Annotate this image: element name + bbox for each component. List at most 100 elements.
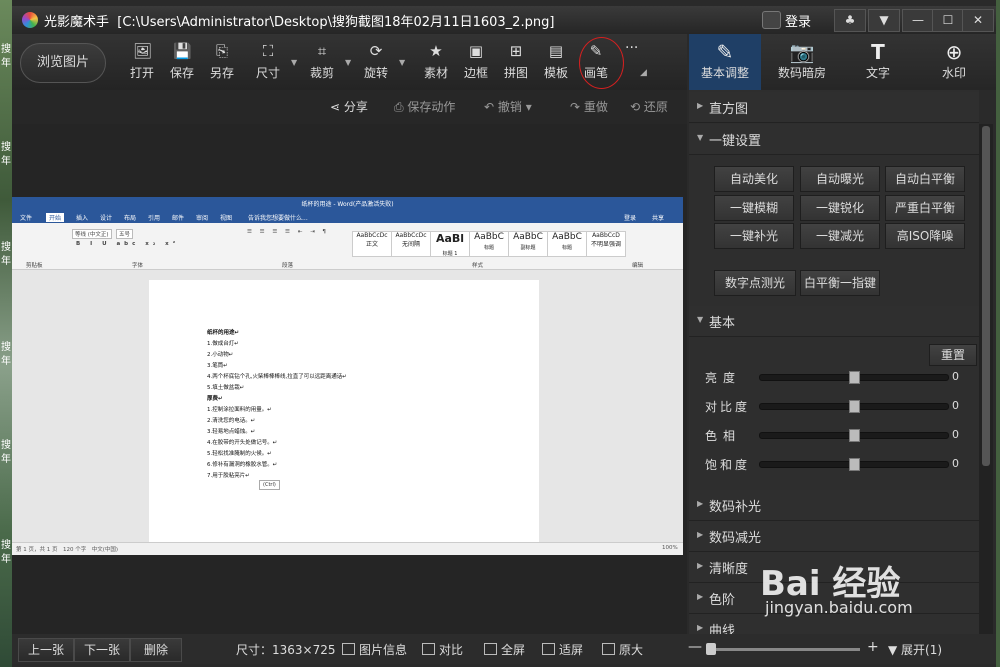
panel-scrollbar-thumb[interactable] xyxy=(982,126,990,466)
section-curves[interactable]: ▶ 曲线 xyxy=(689,614,979,635)
redo-button[interactable]: ↷ 重做 xyxy=(570,98,608,115)
word-tab: 审阅 xyxy=(196,215,209,222)
browse-images-button[interactable]: 浏览图片 xyxy=(20,43,106,83)
section-one-click[interactable]: ▼ 一键设置 xyxy=(689,124,979,155)
preset-button[interactable]: 高ISO降噪 xyxy=(885,223,965,249)
right-panel-tabs: ✎ 基本调整 📷 数码暗房 T 文字 ⊕ 水印 xyxy=(689,34,996,92)
rotate-dropdown-icon[interactable]: ▼ xyxy=(399,58,405,67)
spot-metering-button[interactable]: 数字点测光 xyxy=(714,270,796,296)
preset-button[interactable]: 自动曝光 xyxy=(800,166,880,192)
section-digital-fill[interactable]: ▶ 数码补光 xyxy=(689,490,979,521)
user-icon[interactable] xyxy=(762,11,781,29)
crop-button[interactable]: ⌗ 裁剪 xyxy=(302,40,342,86)
doc-line: 1.控制涂拉面料的用量。↵ xyxy=(207,407,272,413)
material-label: 素材 xyxy=(423,66,448,80)
compare-button[interactable]: 对比 xyxy=(422,641,463,658)
section-basic[interactable]: ▼ 基本 xyxy=(689,306,979,337)
border-button[interactable]: ▣ 边框 xyxy=(456,40,496,86)
desktop-label: 年 xyxy=(1,156,11,167)
preset-button[interactable]: 一键减光 xyxy=(800,223,880,249)
delete-button[interactable]: 删除 xyxy=(130,638,182,662)
share-button[interactable]: ⋖ 分享 xyxy=(330,98,368,115)
word-document-area: 纸杯的用途↵ 1.做成台灯↵ 2.小动物↵ 3.笔筒↵ 4.两个杯底钻个孔,火柴… xyxy=(12,270,683,542)
more-button[interactable]: ··· xyxy=(625,40,638,56)
open-button[interactable]: 🖼 打开 xyxy=(122,40,162,86)
paste-options-tag: (Ctrl) xyxy=(259,480,280,490)
undo-button[interactable]: ↶ 撤销 ▾ xyxy=(484,98,532,115)
hue-slider[interactable] xyxy=(759,429,949,442)
maximize-button[interactable]: ☐ xyxy=(932,9,964,32)
tab-label: 数码暗房 xyxy=(777,66,826,80)
image-canvas[interactable]: 纸杯的用途 - Word(产品激活失败) 文件 开始 插入 设计 布局 引用 邮… xyxy=(12,124,687,634)
rotate-label: 旋转 xyxy=(363,66,388,80)
rotate-button[interactable]: ⟳ 旋转 xyxy=(356,40,396,86)
resize-button[interactable]: ⛶ 尺寸 xyxy=(248,40,288,86)
slider-thumb[interactable] xyxy=(849,458,860,471)
zoom-in-button[interactable]: + xyxy=(867,639,879,655)
skin-button[interactable]: ♣ xyxy=(834,9,866,32)
fullscreen-button[interactable]: 全屏 xyxy=(484,641,525,658)
next-image-button[interactable]: 下一张 xyxy=(74,638,130,662)
reset-button[interactable]: 重置 xyxy=(929,344,977,366)
preset-button[interactable]: 自动美化 xyxy=(714,166,794,192)
save-button[interactable]: 💾 保存 xyxy=(162,40,202,86)
close-button[interactable]: ✕ xyxy=(962,9,994,32)
menu-button[interactable]: ▼ xyxy=(868,9,900,32)
expand-button[interactable]: ▼ 展开(1) xyxy=(888,641,942,658)
crop-dropdown-icon[interactable]: ▼ xyxy=(345,58,351,67)
preset-button[interactable]: 一键锐化 xyxy=(800,195,880,221)
adjust-panel: ▶ 直方图 ▼ 一键设置 自动美化 自动曝光 自动白平衡 一键模糊 一键锐化 严重白… xyxy=(689,90,979,635)
tab-basic-adjust[interactable]: ✎ 基本调整 xyxy=(689,34,761,92)
original-size-button[interactable]: 原大 xyxy=(602,641,643,658)
login-button[interactable]: 登录 xyxy=(785,11,811,30)
section-digital-reduce[interactable]: ▶ 数码减光 xyxy=(689,521,979,552)
doc-line: 2.小动物↵ xyxy=(207,352,234,358)
saturation-slider[interactable] xyxy=(759,458,949,471)
zoom-out-button[interactable]: — xyxy=(688,639,702,655)
tab-watermark[interactable]: ⊕ 水印 xyxy=(918,34,990,90)
save-action-button[interactable]: ⎙ 保存动作 xyxy=(394,98,455,115)
slider-thumb[interactable] xyxy=(849,400,860,413)
preset-button[interactable]: 一键补光 xyxy=(714,223,794,249)
expand-label: 展开(1) xyxy=(901,643,943,657)
word-group-label: 剪贴板 xyxy=(26,263,43,269)
minimize-button[interactable]: — xyxy=(902,9,934,32)
expand-triangle-icon[interactable]: ◢ xyxy=(640,68,647,78)
slider-thumb[interactable] xyxy=(849,371,860,384)
window-title: 光影魔术手 [C:\Users\Administrator\Desktop\搜狗… xyxy=(44,11,554,30)
preset-button[interactable]: 严重白平衡 xyxy=(885,195,965,221)
zoom-slider-thumb[interactable] xyxy=(706,643,716,655)
save-as-button[interactable]: ⎘ 另存 xyxy=(202,40,242,86)
contrast-slider[interactable] xyxy=(759,400,949,413)
material-button[interactable]: ★ 素材 xyxy=(416,40,456,86)
zoom-slider[interactable] xyxy=(710,648,860,651)
template-button[interactable]: ▤ 模板 xyxy=(536,40,576,86)
restore-button[interactable]: ⟲ 还原 xyxy=(630,98,668,115)
template-label: 模板 xyxy=(543,66,568,80)
section-histogram[interactable]: ▶ 直方图 xyxy=(689,92,979,123)
image-info-button[interactable]: 图片信息 xyxy=(342,641,407,658)
desktop-label: 年 xyxy=(1,454,11,465)
word-ribbon: 等线 (中文正) 五号 B I U abc x₂ x² ☰ ☰ ☰ ☰ ⇤ ⇥ … xyxy=(12,223,683,270)
prev-image-button[interactable]: 上一张 xyxy=(18,638,74,662)
resize-dropdown-icon[interactable]: ▼ xyxy=(291,58,297,67)
slider-label: 亮度 xyxy=(705,371,742,385)
preset-button[interactable]: 一键模糊 xyxy=(714,195,794,221)
white-balance-button[interactable]: 白平衡一指键 xyxy=(800,270,880,296)
word-group-label: 编辑 xyxy=(632,263,644,269)
tab-label: 基本调整 xyxy=(700,66,749,80)
save-action-label: 保存动作 xyxy=(407,100,456,114)
preset-button[interactable]: 自动白平衡 xyxy=(885,166,965,192)
image-size: 尺寸：1363×725 xyxy=(236,643,336,657)
slider-thumb[interactable] xyxy=(849,429,860,442)
fit-screen-button[interactable]: 适屏 xyxy=(542,641,583,658)
tab-text[interactable]: T 文字 xyxy=(842,34,914,90)
brightness-slider[interactable] xyxy=(759,371,949,384)
doc-line: 6.修补有漏洞的橡胶水管。↵ xyxy=(207,462,278,468)
redo-label: 重做 xyxy=(583,100,608,114)
tab-darkroom[interactable]: 📷 数码暗房 xyxy=(766,34,838,90)
watermark-icon: ⊕ xyxy=(945,40,963,64)
info-label: 图片信息 xyxy=(359,643,408,657)
word-style: AaBl 标题 1 xyxy=(430,231,470,257)
collage-button[interactable]: ⊞ 拼图 xyxy=(496,40,536,86)
